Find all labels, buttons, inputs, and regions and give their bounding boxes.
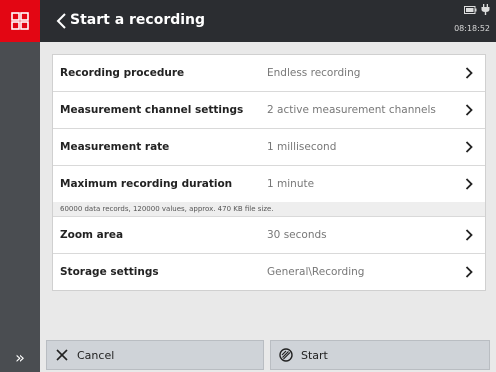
setting-value: 30 seconds bbox=[267, 229, 327, 241]
setting-value: General\Recording bbox=[267, 266, 365, 278]
setting-value: 1 minute bbox=[267, 178, 315, 190]
home-button[interactable] bbox=[0, 0, 40, 42]
start-record-icon bbox=[279, 348, 293, 362]
chevron-right-icon bbox=[465, 178, 473, 190]
setting-label: Zoom area bbox=[60, 229, 124, 241]
settings-row-measurement-channel-settings[interactable]: Measurement channel settings 2 active me… bbox=[53, 92, 485, 129]
grid-icon bbox=[11, 12, 29, 30]
chevron-right-icon bbox=[465, 141, 473, 153]
settings-list: Recording procedure Endless recording Me… bbox=[52, 54, 486, 291]
setting-label: Storage settings bbox=[60, 266, 159, 278]
back-icon[interactable] bbox=[52, 10, 72, 32]
clock-time: 08:18:52 bbox=[454, 24, 490, 33]
chevron-right-icon bbox=[465, 104, 473, 116]
chevron-right-icon bbox=[465, 229, 473, 241]
start-button[interactable]: Start bbox=[270, 340, 490, 370]
close-icon bbox=[56, 349, 68, 361]
start-button-label: Start bbox=[301, 348, 328, 362]
cancel-button-label: Cancel bbox=[77, 348, 115, 362]
chevron-right-icon bbox=[465, 67, 473, 79]
setting-label: Measurement channel settings bbox=[60, 104, 244, 116]
chevron-right-icon bbox=[465, 266, 473, 278]
settings-row-zoom-area[interactable]: Zoom area 30 seconds bbox=[53, 217, 485, 254]
settings-row-recording-procedure[interactable]: Recording procedure Endless recording bbox=[53, 55, 485, 92]
setting-label: Measurement rate bbox=[60, 141, 170, 153]
header-bar: Start a recording 08:18:52 bbox=[40, 0, 496, 42]
setting-value: Endless recording bbox=[267, 67, 361, 79]
double-chevron-icon: » bbox=[15, 347, 25, 367]
page-title: Start a recording bbox=[70, 12, 206, 28]
setting-label: Maximum recording duration bbox=[60, 178, 233, 190]
battery-icon bbox=[464, 5, 477, 14]
settings-row-measurement-rate[interactable]: Measurement rate 1 millisecond bbox=[53, 129, 485, 166]
setting-value: 2 active measurement channels bbox=[267, 104, 436, 116]
status-area bbox=[464, 4, 490, 15]
duration-info-note: 60000 data records, 120000 values, appro… bbox=[53, 202, 485, 216]
left-sidebar: » bbox=[0, 0, 40, 372]
power-plug-icon bbox=[481, 4, 490, 15]
cancel-button[interactable]: Cancel bbox=[46, 340, 264, 370]
settings-row-maximum-recording-duration[interactable]: Maximum recording duration 1 minute 6000… bbox=[53, 166, 485, 217]
expand-sidebar-button[interactable]: » bbox=[0, 342, 40, 372]
setting-value: 1 millisecond bbox=[267, 141, 337, 153]
setting-label: Recording procedure bbox=[60, 67, 185, 79]
settings-row-storage-settings[interactable]: Storage settings General\Recording bbox=[53, 254, 485, 290]
